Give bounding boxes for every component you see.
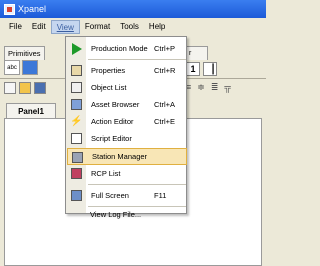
menu-item-view-log-file[interactable]: View Log File... — [66, 206, 186, 223]
action-editor-icon: ⚡ — [70, 116, 83, 127]
tab-right[interactable]: r — [186, 46, 208, 60]
file-toolbar — [4, 82, 46, 98]
window-title: Xpanel — [18, 4, 47, 14]
spin-icon[interactable]: ▕ — [203, 62, 217, 76]
tab-primitives[interactable]: Primitives — [4, 46, 45, 60]
app-icon — [4, 3, 15, 15]
align-bottom-icon[interactable]: ╦ — [224, 82, 230, 93]
station-manager-icon — [71, 151, 84, 164]
menu-item-action-editor[interactable]: ⚡ Action Editor Ctrl+E — [67, 113, 187, 130]
view-menu-dropdown: Production Mode Ctrl+P Properties Ctrl+R… — [65, 36, 187, 214]
script-editor-icon — [70, 132, 83, 145]
menu-item-shortcut: Ctrl+A — [154, 100, 176, 109]
new-icon[interactable] — [4, 82, 16, 94]
full-screen-icon — [70, 189, 83, 202]
menu-view[interactable]: View — [50, 20, 80, 34]
menu-item-rcp-list[interactable]: RCP List — [67, 165, 187, 182]
menu-item-label: Script Editor — [91, 134, 132, 143]
font-size-field[interactable]: 1 — [186, 62, 200, 76]
title-bar: Xpanel — [0, 0, 266, 18]
app-window: Xpanel File Edit View Format Tools Help … — [0, 0, 266, 266]
menu-item-shortcut: Ctrl+E — [154, 117, 176, 126]
menu-item-object-list[interactable]: Object List — [67, 79, 187, 96]
align-right-icon[interactable]: ≣ — [211, 82, 219, 93]
menu-item-label: Asset Browser — [91, 100, 140, 109]
format-controls: 1 ▕ — [186, 62, 217, 76]
menu-item-script-editor[interactable]: Script Editor — [67, 130, 187, 147]
menu-separator — [88, 184, 186, 185]
menu-help[interactable]: Help — [144, 20, 170, 34]
asset-browser-icon — [70, 98, 83, 111]
object-list-icon — [70, 81, 83, 94]
menu-item-label: RCP List — [91, 169, 121, 178]
menu-item-full-screen[interactable]: Full Screen F11 — [67, 187, 187, 204]
properties-icon — [70, 64, 83, 77]
menu-item-label: View Log File... — [90, 210, 142, 219]
align-center-icon[interactable]: ≑ — [197, 82, 205, 93]
menu-item-label: Full Screen — [91, 191, 129, 200]
rcp-list-icon — [70, 167, 83, 180]
menu-item-label: Production Mode — [91, 44, 148, 53]
save-icon[interactable] — [34, 82, 46, 94]
menu-file[interactable]: File — [4, 20, 27, 34]
menu-edit[interactable]: Edit — [27, 20, 51, 34]
menu-format[interactable]: Format — [80, 20, 115, 34]
menu-item-label: Station Manager — [92, 152, 148, 161]
toolbox-tabs: Primitives — [4, 46, 45, 60]
menu-item-station-manager[interactable]: Station Manager — [67, 148, 187, 165]
panel-tab[interactable]: Panel1 — [6, 103, 56, 119]
primitives-row: abc — [4, 60, 38, 76]
text-field-tool[interactable]: abc — [4, 60, 20, 75]
menu-bar: File Edit View Format Tools Help — [0, 18, 266, 36]
menu-item-shortcut: F11 — [154, 191, 167, 200]
menu-tools[interactable]: Tools — [115, 20, 144, 34]
open-icon[interactable] — [19, 82, 31, 94]
menu-item-shortcut: Ctrl+R — [154, 66, 176, 75]
menu-item-label: Action Editor — [91, 117, 134, 126]
align-toolbar: ≡ ≑ ≣ ╦ — [186, 82, 231, 93]
menu-item-properties[interactable]: Properties Ctrl+R — [67, 62, 187, 79]
rectangle-tool-icon[interactable] — [22, 60, 38, 75]
menu-separator — [88, 59, 186, 60]
menu-item-production-mode[interactable]: Production Mode Ctrl+P — [67, 40, 187, 57]
play-icon — [70, 42, 83, 55]
menu-item-label: Object List — [91, 83, 127, 92]
menu-item-asset-browser[interactable]: Asset Browser Ctrl+A — [67, 96, 187, 113]
menu-item-shortcut: Ctrl+P — [154, 44, 176, 53]
menu-item-label: Properties — [91, 66, 126, 75]
